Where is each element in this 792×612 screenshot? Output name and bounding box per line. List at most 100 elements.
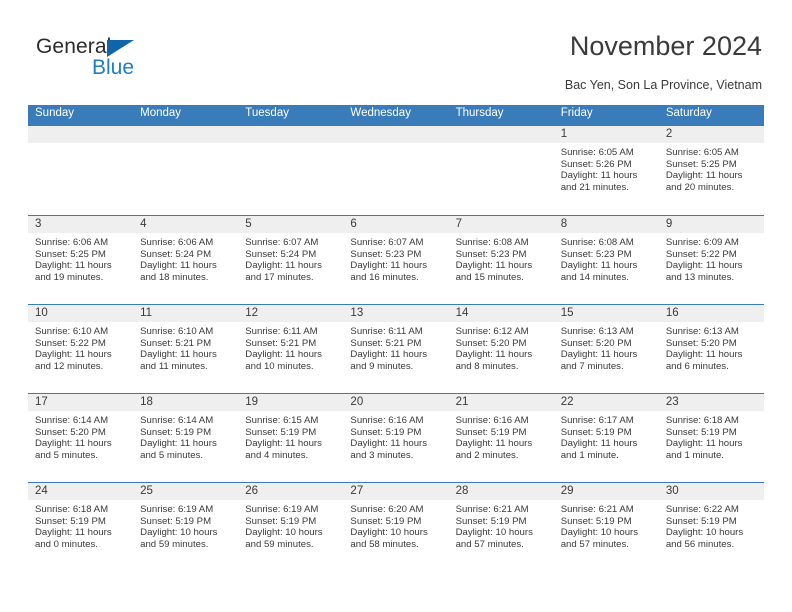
month-calendar: Sunday Monday Tuesday Wednesday Thursday… xyxy=(28,105,764,571)
day-cell[interactable]: 27 Sunrise: 6:20 AM Sunset: 5:19 PM Dayl… xyxy=(343,483,449,571)
daylight-text-line1: Daylight: 11 hours xyxy=(665,260,743,272)
daylight-text-line1: Daylight: 10 hours xyxy=(665,527,744,539)
day-cell[interactable]: 30 Sunrise: 6:22 AM Sunset: 5:19 PM Dayl… xyxy=(658,483,764,571)
day-cell[interactable]: 12 Sunrise: 6:11 AM Sunset: 5:21 PM Dayl… xyxy=(238,305,344,393)
day-details: Sunrise: 6:07 AM Sunset: 5:23 PM Dayligh… xyxy=(343,233,448,283)
day-cell[interactable]: 13 Sunrise: 6:11 AM Sunset: 5:21 PM Dayl… xyxy=(343,305,449,393)
day-cell[interactable]: 20 Sunrise: 6:16 AM Sunset: 5:19 PM Dayl… xyxy=(343,394,449,482)
sunrise-text: Sunrise: 6:18 AM xyxy=(665,415,739,426)
sunset-text: Sunset: 5:20 PM xyxy=(455,337,527,349)
day-details: Sunrise: 6:10 AM Sunset: 5:21 PM Dayligh… xyxy=(133,322,238,372)
day-cell[interactable]: 6 Sunrise: 6:07 AM Sunset: 5:23 PM Dayli… xyxy=(343,216,449,304)
daylight-text-line1: Daylight: 11 hours xyxy=(350,438,428,450)
day-details: Sunrise: 6:15 AM Sunset: 5:19 PM Dayligh… xyxy=(238,411,343,461)
daylight-text-line1: Daylight: 11 hours xyxy=(140,438,217,450)
day-cell[interactable]: 22 Sunrise: 6:17 AM Sunset: 5:19 PM Dayl… xyxy=(553,394,659,482)
day-cell[interactable]: 25 Sunrise: 6:19 AM Sunset: 5:19 PM Dayl… xyxy=(133,483,239,571)
daylight-text-line2: and 9 minutes. xyxy=(350,360,414,372)
day-number: 15 xyxy=(553,305,659,322)
daylight-text-line1: Daylight: 11 hours xyxy=(665,349,743,361)
day-cell[interactable]: 14 Sunrise: 6:12 AM Sunset: 5:20 PM Dayl… xyxy=(448,305,554,393)
sunrise-text: Sunrise: 6:07 AM xyxy=(245,237,319,248)
day-cell[interactable]: 18 Sunrise: 6:14 AM Sunset: 5:19 PM Dayl… xyxy=(133,394,239,482)
day-number: 28 xyxy=(448,483,554,500)
day-cell[interactable]: 9 Sunrise: 6:09 AM Sunset: 5:22 PM Dayli… xyxy=(658,216,764,304)
daylight-text-line2: and 8 minutes. xyxy=(455,360,519,372)
sunset-text: Sunset: 5:21 PM xyxy=(350,337,422,349)
day-cell[interactable] xyxy=(448,126,554,215)
sunrise-text: Sunrise: 6:09 AM xyxy=(665,237,739,248)
sunset-text: Sunset: 5:19 PM xyxy=(455,426,527,438)
daylight-text-line1: Daylight: 10 hours xyxy=(350,527,428,539)
daylight-text-line1: Daylight: 11 hours xyxy=(455,438,533,450)
day-cell[interactable]: 23 Sunrise: 6:18 AM Sunset: 5:19 PM Dayl… xyxy=(658,394,764,482)
daylight-text-line2: and 59 minutes. xyxy=(140,538,209,550)
day-cell[interactable]: 29 Sunrise: 6:21 AM Sunset: 5:19 PM Dayl… xyxy=(553,483,659,571)
sunset-text: Sunset: 5:25 PM xyxy=(35,248,106,260)
sunset-text: Sunset: 5:22 PM xyxy=(35,337,106,349)
sunset-text: Sunset: 5:19 PM xyxy=(665,515,737,527)
day-details: Sunrise: 6:16 AM Sunset: 5:19 PM Dayligh… xyxy=(343,411,448,461)
day-cell[interactable]: 7 Sunrise: 6:08 AM Sunset: 5:23 PM Dayli… xyxy=(448,216,554,304)
sunset-text: Sunset: 5:19 PM xyxy=(350,426,422,438)
day-cell[interactable]: 2 Sunrise: 6:05 AM Sunset: 5:25 PM Dayli… xyxy=(658,126,764,215)
sunrise-text: Sunrise: 6:06 AM xyxy=(35,237,109,248)
general-blue-logo[interactable]: General Blue xyxy=(36,36,206,84)
day-details xyxy=(133,143,238,147)
day-cell[interactable]: 10 Sunrise: 6:10 AM Sunset: 5:22 PM Dayl… xyxy=(28,305,134,393)
day-cell[interactable]: 4 Sunrise: 6:06 AM Sunset: 5:24 PM Dayli… xyxy=(133,216,239,304)
daylight-text-line2: and 19 minutes. xyxy=(35,271,104,283)
day-cell[interactable]: 3 Sunrise: 6:06 AM Sunset: 5:25 PM Dayli… xyxy=(28,216,134,304)
logo-text-general: General xyxy=(36,35,112,58)
day-number xyxy=(133,126,239,143)
sunrise-text: Sunrise: 6:21 AM xyxy=(455,504,529,515)
day-cell[interactable]: 28 Sunrise: 6:21 AM Sunset: 5:19 PM Dayl… xyxy=(448,483,554,571)
daylight-text-line2: and 1 minute. xyxy=(560,449,619,461)
day-cell[interactable]: 5 Sunrise: 6:07 AM Sunset: 5:24 PM Dayli… xyxy=(238,216,344,304)
day-details xyxy=(28,143,133,147)
daylight-text-line2: and 1 minute. xyxy=(665,449,724,461)
sunset-text: Sunset: 5:19 PM xyxy=(245,426,317,438)
day-cell[interactable]: 16 Sunrise: 6:13 AM Sunset: 5:20 PM Dayl… xyxy=(658,305,764,393)
day-cell[interactable] xyxy=(133,126,239,215)
day-number: 22 xyxy=(553,394,659,411)
day-cell[interactable]: 8 Sunrise: 6:08 AM Sunset: 5:23 PM Dayli… xyxy=(553,216,659,304)
day-cell[interactable]: 17 Sunrise: 6:14 AM Sunset: 5:20 PM Dayl… xyxy=(28,394,134,482)
sunset-text: Sunset: 5:22 PM xyxy=(665,248,737,260)
day-details: Sunrise: 6:14 AM Sunset: 5:19 PM Dayligh… xyxy=(133,411,238,461)
day-cell[interactable]: 24 Sunrise: 6:18 AM Sunset: 5:19 PM Dayl… xyxy=(28,483,134,571)
week-row: 1 Sunrise: 6:05 AM Sunset: 5:26 PM Dayli… xyxy=(28,126,764,215)
day-number: 29 xyxy=(553,483,659,500)
daylight-text-line2: and 58 minutes. xyxy=(350,538,419,550)
weekday-header-monday: Monday xyxy=(140,107,182,119)
day-cell[interactable]: 19 Sunrise: 6:15 AM Sunset: 5:19 PM Dayl… xyxy=(238,394,344,482)
day-number: 4 xyxy=(133,216,239,233)
day-number: 6 xyxy=(343,216,449,233)
daylight-text-line2: and 12 minutes. xyxy=(35,360,104,372)
daylight-text-line1: Daylight: 11 hours xyxy=(35,260,112,272)
day-cell[interactable] xyxy=(343,126,449,215)
day-number: 13 xyxy=(343,305,449,322)
sunrise-text: Sunrise: 6:11 AM xyxy=(245,326,318,337)
daylight-text-line2: and 59 minutes. xyxy=(245,538,314,550)
day-cell[interactable] xyxy=(238,126,344,215)
sunrise-text: Sunrise: 6:14 AM xyxy=(35,415,109,426)
day-details: Sunrise: 6:16 AM Sunset: 5:19 PM Dayligh… xyxy=(449,411,554,461)
day-cell[interactable]: 15 Sunrise: 6:13 AM Sunset: 5:20 PM Dayl… xyxy=(553,305,659,393)
day-cell[interactable] xyxy=(28,126,134,215)
day-number: 7 xyxy=(448,216,554,233)
daylight-text-line2: and 4 minutes. xyxy=(245,449,309,461)
weekday-header-saturday: Saturday xyxy=(665,107,712,119)
day-cell[interactable]: 1 Sunrise: 6:05 AM Sunset: 5:26 PM Dayli… xyxy=(553,126,659,215)
sunrise-text: Sunrise: 6:06 AM xyxy=(140,237,214,248)
sunrise-text: Sunrise: 6:15 AM xyxy=(245,415,319,426)
daylight-text-line2: and 14 minutes. xyxy=(560,271,629,283)
day-number xyxy=(238,126,344,143)
daylight-text-line1: Daylight: 11 hours xyxy=(560,349,638,361)
day-cell[interactable]: 21 Sunrise: 6:16 AM Sunset: 5:19 PM Dayl… xyxy=(448,394,554,482)
sunrise-text: Sunrise: 6:19 AM xyxy=(245,504,319,515)
day-cell[interactable]: 26 Sunrise: 6:19 AM Sunset: 5:19 PM Dayl… xyxy=(238,483,344,571)
day-details: Sunrise: 6:11 AM Sunset: 5:21 PM Dayligh… xyxy=(238,322,343,372)
day-details: Sunrise: 6:18 AM Sunset: 5:19 PM Dayligh… xyxy=(28,500,133,550)
day-cell[interactable]: 11 Sunrise: 6:10 AM Sunset: 5:21 PM Dayl… xyxy=(133,305,239,393)
